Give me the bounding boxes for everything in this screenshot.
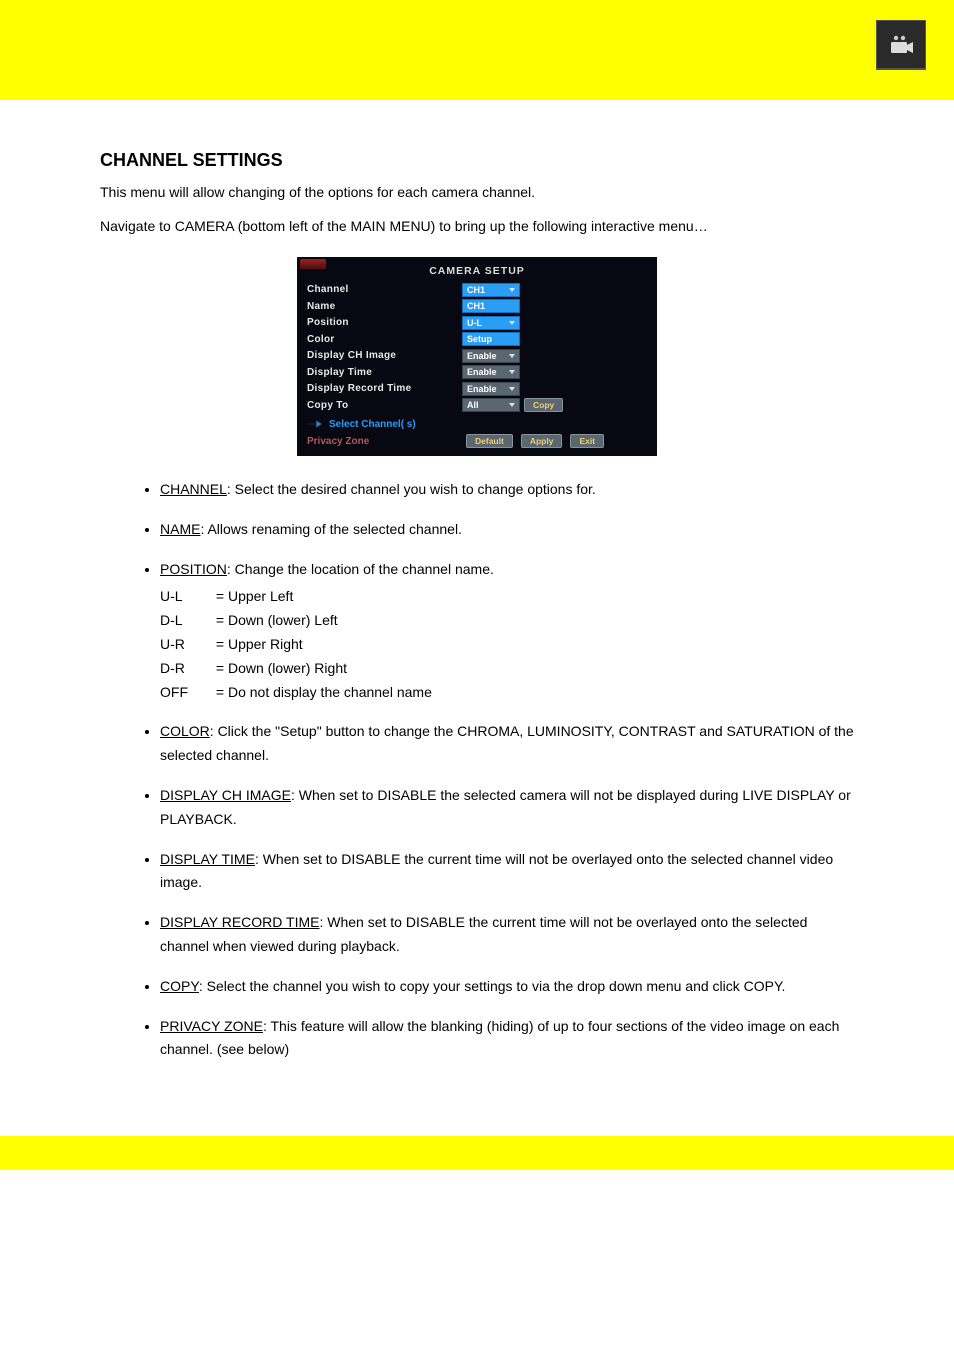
ss-label-position: Position — [307, 317, 462, 328]
option-sublist-item: OFF = Do not display the channel name — [160, 681, 854, 705]
option-sublist-item: D-L = Down (lower) Left — [160, 609, 854, 633]
ss-label-color: Color — [307, 334, 462, 345]
ss-label-copy-to: Copy To — [307, 400, 462, 411]
option-head: DISPLAY RECORD TIME — [160, 914, 319, 930]
sublist-value: = Down (lower) Right — [212, 660, 347, 676]
option-item: DISPLAY RECORD TIME: When set to DISABLE… — [160, 911, 854, 959]
ss-label-display-record-time: Display Record Time — [307, 383, 462, 394]
chevron-down-icon — [509, 387, 515, 391]
option-head: DISPLAY CH IMAGE — [160, 787, 291, 803]
sublist-key: U-R — [160, 633, 212, 657]
ss-pointer-icon — [307, 418, 323, 430]
camera-setup-screenshot: CAMERA SETUP Channel CH1 Name CH1 Positi… — [297, 257, 657, 457]
ss-apply-button[interactable]: Apply — [521, 434, 563, 448]
intro-paragraph-2: Navigate to CAMERA (bottom left of the M… — [100, 215, 854, 239]
option-sublist-item: U-L = Upper Left — [160, 585, 854, 609]
ss-copy-to-dropdown[interactable]: All — [462, 398, 520, 412]
ss-copy-button[interactable]: Copy — [524, 398, 563, 412]
sublist-value: = Do not display the channel name — [212, 684, 432, 700]
ss-label-display-time: Display Time — [307, 367, 462, 378]
option-head: COLOR — [160, 723, 210, 739]
option-sublist-item: U-R = Upper Right — [160, 633, 854, 657]
ss-label-display-ch-image: Display CH Image — [307, 350, 462, 361]
ss-display-ch-image-dropdown[interactable]: Enable — [462, 349, 520, 363]
option-body: : Select the desired channel you wish to… — [227, 481, 596, 497]
ss-label-channel: Channel — [307, 284, 462, 295]
ss-exit-button[interactable]: Exit — [570, 434, 604, 448]
sublist-key: D-L — [160, 609, 212, 633]
option-head: CHANNEL — [160, 481, 227, 497]
ss-display-time-dropdown[interactable]: Enable — [462, 365, 520, 379]
section-heading: CHANNEL SETTINGS — [100, 150, 854, 171]
option-head: COPY — [160, 978, 199, 994]
option-item: COPY: Select the channel you wish to cop… — [160, 975, 854, 999]
option-item: PRIVACY ZONE: This feature will allow th… — [160, 1015, 854, 1063]
ss-position-dropdown[interactable]: U-L — [462, 316, 520, 330]
chevron-down-icon — [509, 403, 515, 407]
ss-channel-dropdown[interactable]: CH1 — [462, 283, 520, 297]
option-body: : Change the location of the channel nam… — [227, 561, 494, 577]
option-body: : Click the "Setup" button to change the… — [160, 723, 854, 763]
option-item: NAME: Allows renaming of the selected ch… — [160, 518, 854, 542]
option-item: DISPLAY TIME: When set to DISABLE the cu… — [160, 848, 854, 896]
chevron-down-icon — [509, 370, 515, 374]
footer-banner — [0, 1136, 954, 1170]
ss-color-setup-button[interactable]: Setup — [462, 332, 520, 346]
options-list: CHANNEL: Select the desired channel you … — [100, 478, 854, 1062]
sublist-key: U-L — [160, 585, 212, 609]
sublist-key: OFF — [160, 681, 212, 705]
option-item: DISPLAY CH IMAGE: When set to DISABLE th… — [160, 784, 854, 832]
chevron-down-icon — [509, 354, 515, 358]
option-body: : Allows renaming of the selected channe… — [200, 521, 462, 537]
sublist-value: = Down (lower) Left — [212, 612, 338, 628]
option-body: : When set to DISABLE the current time w… — [160, 851, 833, 891]
ss-label-name: Name — [307, 301, 462, 312]
option-item: POSITION: Change the location of the cha… — [160, 558, 854, 705]
ss-privacy-zone-tab[interactable]: Privacy Zone — [307, 436, 462, 447]
intro-paragraph-1: This menu will allow changing of the opt… — [100, 181, 854, 205]
ss-display-record-time-dropdown[interactable]: Enable — [462, 382, 520, 396]
chevron-down-icon — [509, 321, 515, 325]
ss-active-tab-marker — [300, 259, 326, 269]
option-item: COLOR: Click the "Setup" button to chang… — [160, 720, 854, 768]
option-head: NAME — [160, 521, 200, 537]
option-item: CHANNEL: Select the desired channel you … — [160, 478, 854, 502]
sublist-value: = Upper Right — [212, 636, 303, 652]
sublist-value: = Upper Left — [212, 588, 293, 604]
header-banner — [0, 0, 954, 100]
option-head: PRIVACY ZONE — [160, 1018, 263, 1034]
page-content: CHANNEL SETTINGS This menu will allow ch… — [0, 100, 954, 1118]
ss-title: CAMERA SETUP — [307, 265, 647, 277]
ss-name-input[interactable]: CH1 — [462, 299, 520, 313]
ss-default-button[interactable]: Default — [466, 434, 513, 448]
option-sublist: U-L = Upper LeftD-L = Down (lower) LeftU… — [160, 585, 854, 704]
option-head: POSITION — [160, 561, 227, 577]
option-head: DISPLAY TIME — [160, 851, 255, 867]
video-camera-icon — [876, 20, 926, 70]
option-sublist-item: D-R = Down (lower) Right — [160, 657, 854, 681]
sublist-key: D-R — [160, 657, 212, 681]
option-body: : Select the channel you wish to copy yo… — [199, 978, 786, 994]
chevron-down-icon — [509, 288, 515, 292]
ss-select-channels-link[interactable]: Select Channel( s) — [329, 419, 416, 430]
